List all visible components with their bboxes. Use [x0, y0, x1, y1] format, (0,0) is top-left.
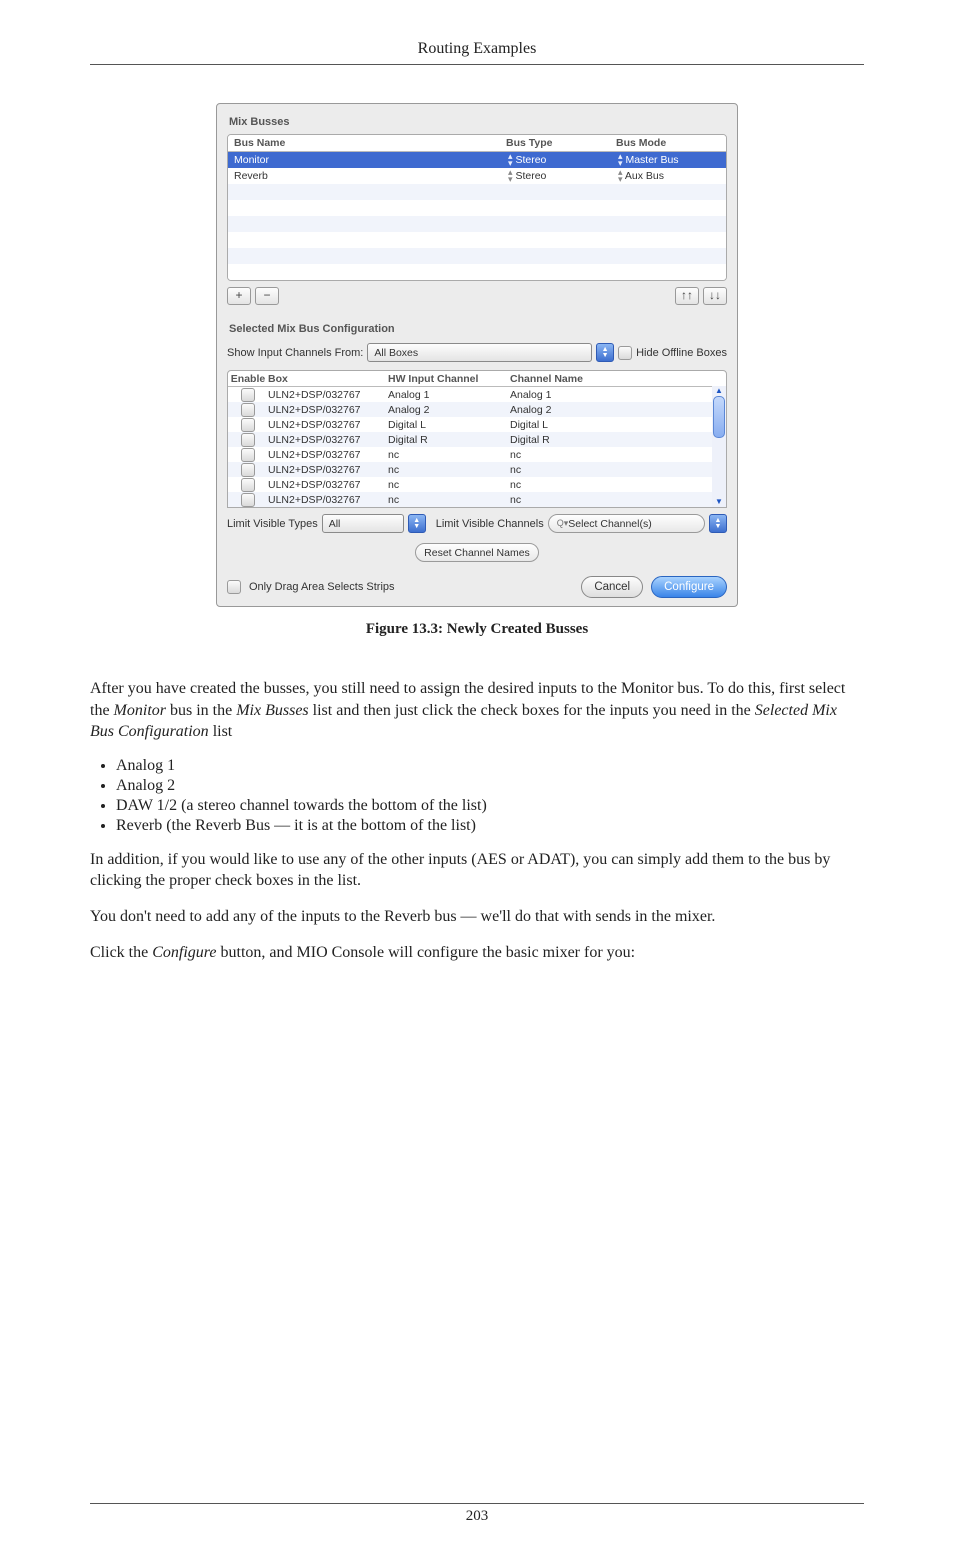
ch-col-hw[interactable]: HW Input Channel	[388, 373, 510, 385]
limit-channels-label: Limit Visible Channels	[436, 518, 544, 530]
remove-bus-button[interactable]: −	[255, 287, 279, 305]
table-row[interactable]: ULN2+DSP/032767Digital LDigital L	[228, 417, 726, 432]
show-input-label: Show Input Channels From:	[227, 347, 363, 359]
bus-col-mode[interactable]: Bus Mode	[616, 137, 726, 149]
config-section-label: Selected Mix Bus Configuration	[229, 323, 727, 335]
move-down-button[interactable]: ↓↓	[703, 287, 727, 305]
table-row[interactable]: ULN2+DSP/032767ncnc	[228, 477, 726, 492]
move-up-button[interactable]: ↑↑	[675, 287, 699, 305]
list-item: DAW 1/2 (a stereo channel towards the bo…	[116, 797, 864, 815]
cancel-button[interactable]: Cancel	[581, 576, 643, 598]
bus-table: Bus Name Bus Type Bus Mode Monitor ▴▾ St…	[227, 134, 727, 281]
bus-col-name[interactable]: Bus Name	[228, 137, 506, 149]
figure-caption: Figure 13.3: Newly Created Busses	[90, 621, 864, 638]
list-item: Reverb (the Reverb Bus — it is at the bo…	[116, 817, 864, 835]
table-row[interactable]: ULN2+DSP/032767Analog 1Analog 1	[228, 387, 726, 402]
configure-button[interactable]: Configure	[651, 576, 727, 598]
table-row[interactable]: ULN2+DSP/032767ncnc	[228, 462, 726, 477]
table-row[interactable]: ULN2+DSP/032767ncnc	[228, 447, 726, 462]
bus-row-reverb[interactable]: Reverb ▴▾ Stereo ▴▾ Aux Bus	[228, 168, 726, 184]
list-item: Analog 2	[116, 777, 864, 795]
stepper-icon[interactable]: ▲▼	[596, 343, 614, 362]
page-header: Routing Examples	[90, 40, 864, 65]
table-row[interactable]: ULN2+DSP/032767Digital RDigital R	[228, 432, 726, 447]
channel-scrollbar[interactable]: ▲ ▼	[712, 386, 726, 507]
enable-checkbox[interactable]	[241, 433, 255, 447]
drag-area-label: Only Drag Area Selects Strips	[249, 581, 395, 593]
stepper-icon[interactable]: ▲▼	[709, 514, 727, 533]
hide-offline-checkbox[interactable]	[618, 346, 632, 360]
table-row[interactable]: ULN2+DSP/032767Analog 2Analog 2	[228, 402, 726, 417]
list-item: Analog 1	[116, 757, 864, 775]
enable-checkbox[interactable]	[241, 448, 255, 462]
enable-checkbox[interactable]	[241, 493, 255, 507]
ch-col-name[interactable]: Channel Name	[510, 373, 726, 385]
enable-checkbox[interactable]	[241, 388, 255, 402]
channel-table: Enable Box HW Input Channel Channel Name…	[227, 370, 727, 508]
hide-offline-label: Hide Offline Boxes	[636, 347, 727, 359]
enable-checkbox[interactable]	[241, 403, 255, 417]
page-number: 203	[90, 1503, 864, 1525]
enable-checkbox[interactable]	[241, 418, 255, 432]
ch-col-enable[interactable]: Enable	[228, 373, 268, 385]
table-row[interactable]: ULN2+DSP/032767ncnc	[228, 492, 726, 507]
reset-channel-names-button[interactable]: Reset Channel Names	[415, 543, 539, 562]
ch-col-box[interactable]: Box	[268, 373, 388, 385]
bus-row-monitor[interactable]: Monitor ▴▾ Stereo ▴▾ Master Bus	[228, 152, 726, 168]
limit-types-select[interactable]: All	[322, 514, 404, 533]
stepper-icon[interactable]: ▲▼	[408, 514, 426, 533]
body-text: After you have created the busses, you s…	[90, 678, 864, 963]
show-input-select[interactable]: All Boxes	[367, 343, 592, 362]
enable-checkbox[interactable]	[241, 463, 255, 477]
add-bus-button[interactable]: +	[227, 287, 251, 305]
limit-channels-select[interactable]: Q▾ Select Channel(s)	[548, 514, 705, 533]
limit-types-label: Limit Visible Types	[227, 518, 318, 530]
mix-busses-label: Mix Busses	[229, 116, 727, 128]
drag-area-checkbox[interactable]	[227, 580, 241, 594]
bus-col-type[interactable]: Bus Type	[506, 137, 616, 149]
screenshot-mixer-config: Mix Busses Bus Name Bus Type Bus Mode Mo…	[216, 103, 738, 607]
enable-checkbox[interactable]	[241, 478, 255, 492]
